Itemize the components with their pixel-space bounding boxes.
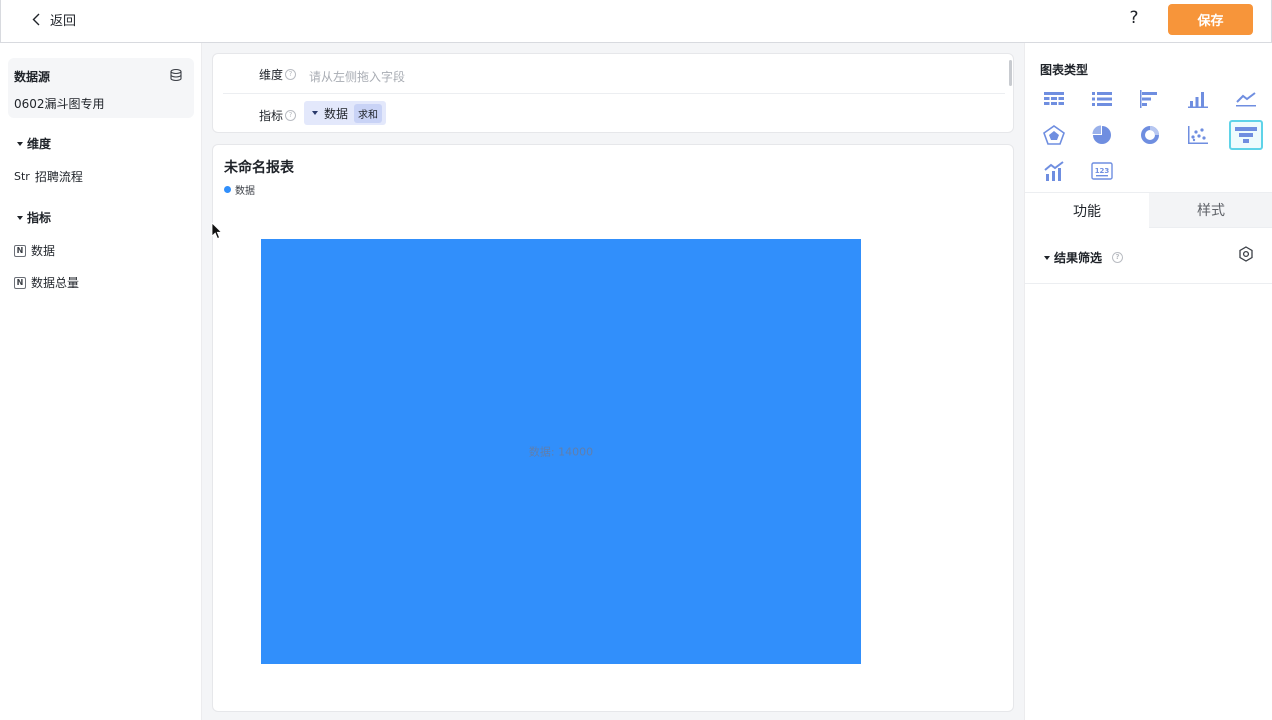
donut-chart-icon[interactable] <box>1133 120 1167 150</box>
measure-drop-zone[interactable]: 指标 ? 数据 求和 <box>213 94 1015 134</box>
save-button[interactable]: 保存 <box>1168 4 1253 35</box>
string-type-icon: Str <box>14 170 30 183</box>
database-switch-icon[interactable] <box>169 68 185 84</box>
detail-list-icon[interactable] <box>1085 84 1119 114</box>
measure-chip[interactable]: 数据 求和 <box>304 101 387 125</box>
measure-label-text: 指标 <box>259 109 284 123</box>
pie-chart-icon[interactable] <box>1085 120 1119 150</box>
column-chart-icon[interactable] <box>1181 84 1215 114</box>
dimension-drop-zone[interactable]: 维度 ? 请从左侧拖入字段 <box>223 54 1012 94</box>
gear-icon[interactable] <box>1238 246 1254 262</box>
editor-area: 维度 ? 请从左侧拖入字段 指标 ? 数据 求和 未命名报表 数据 数据: 14… <box>202 43 1024 720</box>
caret-down-icon <box>1044 255 1050 260</box>
measure-field-item[interactable]: N 数据总量 <box>14 274 79 291</box>
measure-chip-name: 数据 <box>324 106 349 121</box>
number-type-icon: N <box>14 276 26 289</box>
mouse-cursor-icon <box>211 222 223 240</box>
dimension-label-text: 维度 <box>259 68 284 82</box>
field-name: 数据总量 <box>31 276 80 290</box>
chevron-left-icon <box>28 11 44 29</box>
svg-text:123: 123 <box>1095 167 1110 175</box>
measure-label: 指标 ? <box>259 107 297 124</box>
tab-function[interactable]: 功能 <box>1025 193 1149 228</box>
caret-down-icon <box>17 141 23 146</box>
number-type-icon: N <box>14 244 26 257</box>
table-icon[interactable] <box>1037 84 1071 114</box>
help-circle-icon[interactable]: ? <box>285 69 297 80</box>
help-circle-icon[interactable]: ? <box>1112 252 1124 263</box>
datasource-name: 0602漏斗图专用 <box>14 97 105 111</box>
back-button[interactable]: 返回 <box>28 10 76 29</box>
dimension-field-item[interactable]: Str 招聘流程 <box>14 168 83 185</box>
result-filter-label: 结果筛选 <box>1054 251 1103 265</box>
horizontal-bar-icon[interactable] <box>1133 84 1167 114</box>
indicator-card-icon[interactable]: 123 <box>1085 156 1119 186</box>
scatter-chart-icon[interactable] <box>1181 120 1215 150</box>
field-name: 招聘流程 <box>34 170 83 184</box>
caret-down-icon <box>17 215 23 220</box>
chart-type-title: 图表类型 <box>1040 63 1089 77</box>
result-filter-section: 结果筛选 ? <box>1025 229 1272 284</box>
radar-chart-icon[interactable] <box>1037 120 1071 150</box>
combo-chart-icon[interactable] <box>1037 156 1071 186</box>
datasource-card: 数据源 0602漏斗图专用 <box>8 58 194 118</box>
scrollbar[interactable] <box>1009 60 1012 86</box>
back-label: 返回 <box>50 14 77 29</box>
funnel-chart-icon[interactable] <box>1229 120 1263 150</box>
report-card: 未命名报表 数据 数据: 14000 <box>212 144 1014 712</box>
datasource-title: 数据源 <box>14 70 51 84</box>
measure-section-title: 指标 <box>27 211 52 225</box>
funnel-chart: 数据: 14000 <box>261 239 861 664</box>
funnel-data-label: 数据: 14000 <box>529 445 593 459</box>
line-chart-icon[interactable] <box>1229 84 1263 114</box>
aggregation-badge[interactable]: 求和 <box>354 103 383 123</box>
tab-style[interactable]: 样式 <box>1149 193 1272 228</box>
result-filter-header[interactable]: 结果筛选 ? <box>1044 249 1124 266</box>
measure-field-item[interactable]: N 数据 <box>14 242 55 259</box>
settings-tabs: 功能 样式 <box>1025 192 1272 228</box>
help-icon[interactable]: ? <box>1124 8 1144 30</box>
help-circle-icon[interactable]: ? <box>285 110 297 121</box>
measure-section-header[interactable]: 指标 <box>17 209 51 226</box>
field-panel: 数据源 0602漏斗图专用 维度 Str 招聘流程 指标 N 数据 N 数据总量 <box>0 43 202 720</box>
dimension-placeholder: 请从左侧拖入字段 <box>309 70 406 84</box>
field-name: 数据 <box>31 244 56 258</box>
dimension-section-title: 维度 <box>27 137 52 151</box>
dimension-label: 维度 ? <box>259 66 297 83</box>
top-bar: 返回 ? 保存 <box>0 0 1272 43</box>
chart-settings-panel: 图表类型 123 功能 样式 结果筛选 ? <box>1024 43 1272 720</box>
dimension-section-header[interactable]: 维度 <box>17 135 51 152</box>
config-panel: 维度 ? 请从左侧拖入字段 指标 ? 数据 求和 <box>212 53 1014 133</box>
caret-down-icon <box>312 111 318 115</box>
